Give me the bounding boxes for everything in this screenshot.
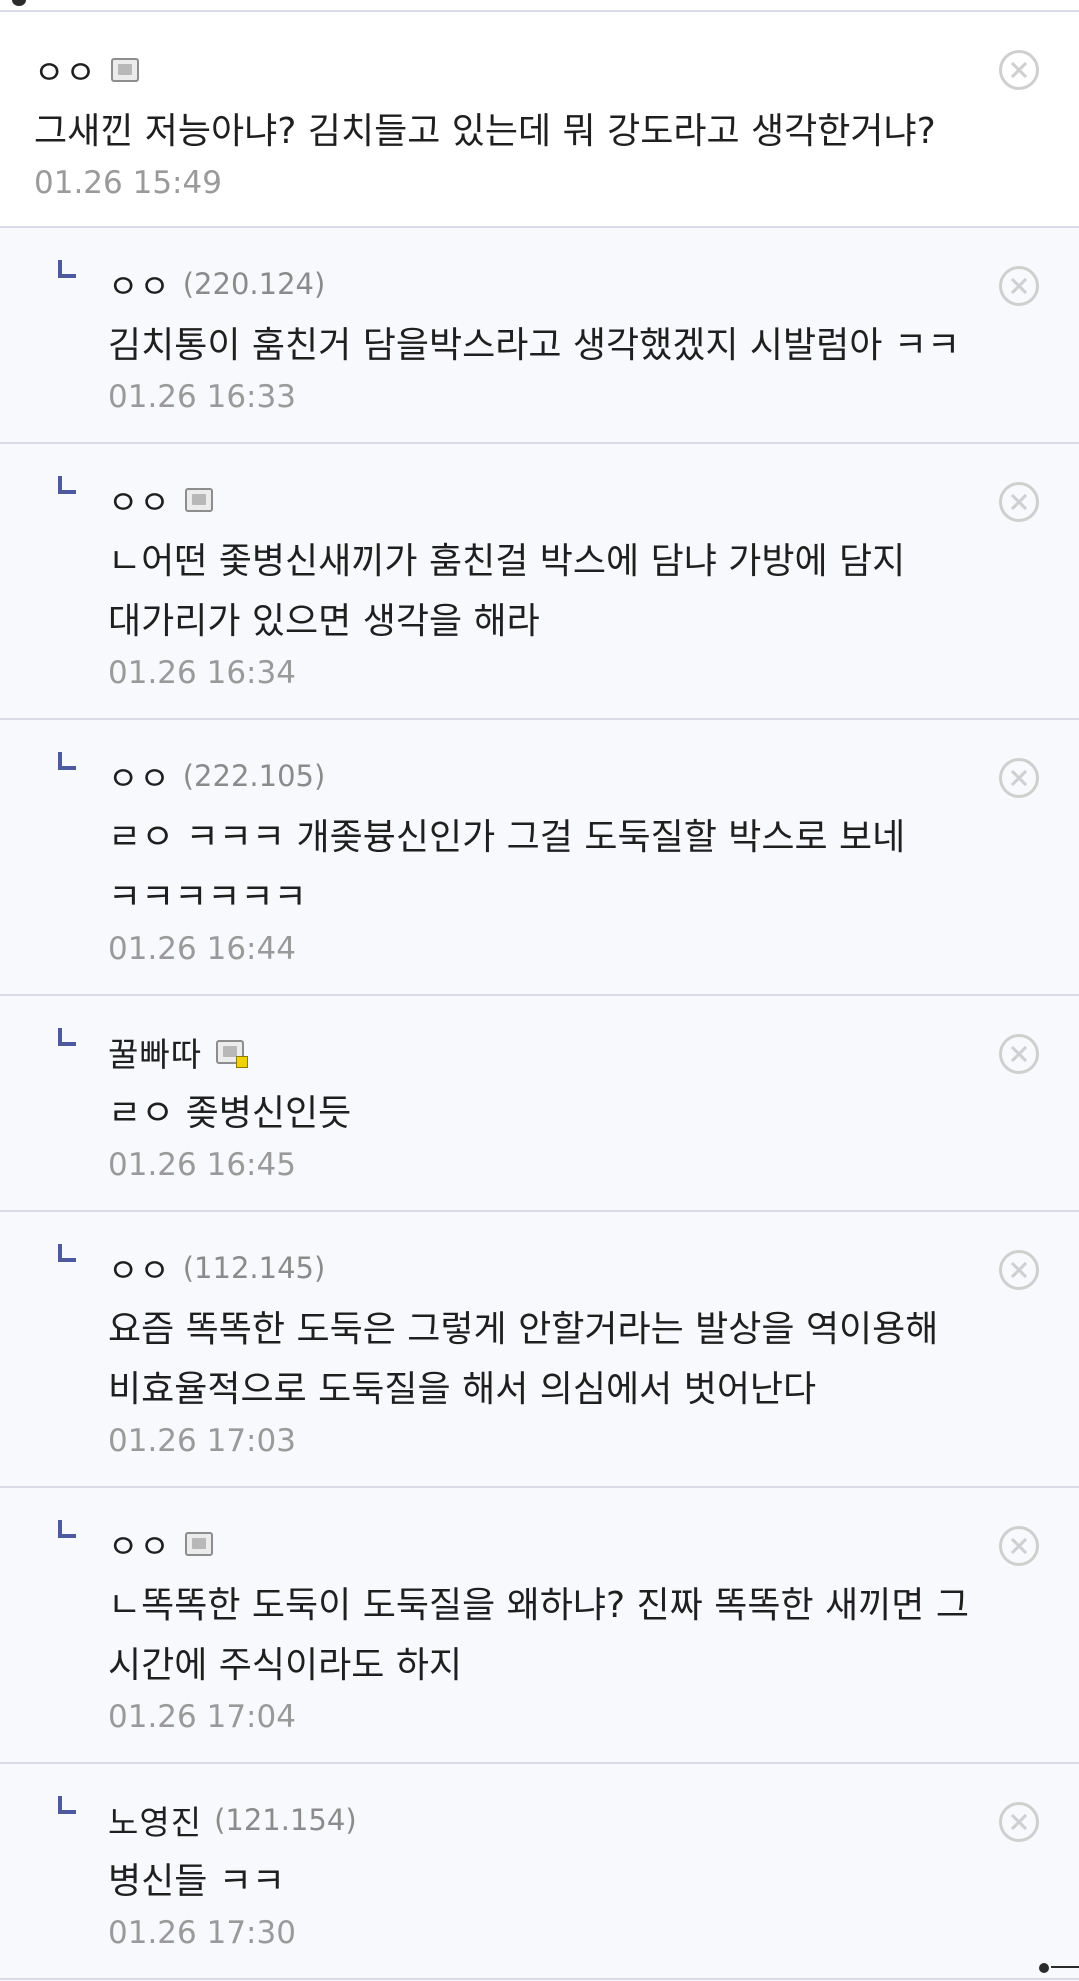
comment-date: 01.26 17:30: [108, 1915, 296, 1951]
comment-header: ㅇㅇ (222.105): [108, 720, 1079, 798]
comment-header: 꿀빠따: [108, 996, 1079, 1074]
comment-date: 01.26 17:03: [108, 1423, 296, 1459]
comment-ip: (121.154): [214, 1803, 357, 1837]
comment-text: ㄹㅇ ㅋㅋㅋ 개좆븅신인가 그걸 도둑질할 박스로 보네 ㅋㅋㅋㅋㅋㅋ: [108, 817, 906, 918]
comment-nickname: ㅇㅇ: [108, 759, 171, 798]
comment-date: 01.26 15:49: [34, 165, 222, 201]
scroll-indicator-dot: [1039, 1963, 1049, 1973]
reply-comment: 꿀빠따 ㄹㅇ 좆병신인듯 01.26 16:45: [0, 996, 1079, 1212]
delete-comment-icon[interactable]: [999, 266, 1039, 306]
reply-arrow-icon: [58, 1028, 76, 1046]
comment-nickname: 꿀빠따: [108, 1035, 203, 1074]
comment-date: 01.26 16:33: [108, 379, 296, 415]
delete-comment-icon[interactable]: [999, 758, 1039, 798]
reply-comment: ㅇㅇ (220.124) 김치통이 훔친거 담을박스라고 생각했겠지 시발럼아 …: [0, 228, 1079, 444]
comment-header: ㅇㅇ (220.124): [108, 228, 1079, 306]
comment-text: 병신들 ㅋㅋ: [108, 1861, 286, 1902]
reply-comment: ㅇㅇ (112.145) 요즘 똑똑한 도둑은 그렇게 안할거라는 발상을 역이…: [0, 1212, 1079, 1488]
comment-ip: (220.124): [182, 267, 326, 301]
fixed-nick-icon: [110, 58, 139, 82]
comment-header: ㅇㅇ: [34, 12, 1079, 92]
delete-comment-icon[interactable]: [999, 1034, 1039, 1074]
fixed-nick-icon: [184, 488, 213, 512]
comment-ip: (222.105): [182, 759, 326, 793]
reply-comment: 노영진 (121.154) 병신들 ㅋㅋ 01.26 17:30: [0, 1764, 1079, 1980]
reply-arrow-icon: [58, 1244, 76, 1262]
reply-arrow-icon: [58, 1796, 76, 1814]
comment-nickname: ㅇㅇ: [108, 483, 171, 522]
reply-comment: ㅇㅇ ㄴ어떤 좇병신새끼가 훔친걸 박스에 담냐 가방에 담지 대가리가 있으면…: [0, 444, 1079, 720]
comment-nickname: ㅇㅇ: [108, 1527, 171, 1566]
delete-comment-icon[interactable]: [999, 482, 1039, 522]
comment-ip: (112.145): [182, 1251, 326, 1285]
delete-comment-icon[interactable]: [999, 1250, 1039, 1290]
comment-text: ㄴ똑똑한 도둑이 도둑질을 왜하냐? 진짜 똑똑한 새끼면 그 시간에 주식이라…: [108, 1585, 969, 1686]
comment-date: 01.26 16:44: [108, 931, 296, 967]
comment-header: ㅇㅇ: [108, 1488, 1079, 1566]
top-divider: [0, 0, 1079, 12]
reply-arrow-icon: [58, 752, 76, 770]
comment-root: ㅇㅇ 그새낀 저능아냐? 김치들고 있는데 뭐 강도라고 생각한거냐? 01.2…: [0, 12, 1079, 228]
comment-text: 그새낀 저능아냐? 김치들고 있는데 뭐 강도라고 생각한거냐?: [34, 111, 936, 152]
reply-arrow-icon: [58, 1520, 76, 1538]
comment-date: 01.26 16:34: [108, 655, 296, 691]
delete-comment-icon[interactable]: [999, 1802, 1039, 1842]
comment-nickname: 노영진: [108, 1803, 203, 1842]
comment-header: ㅇㅇ (112.145): [108, 1212, 1079, 1290]
comment-text: 요즘 똑똑한 도둑은 그렇게 안할거라는 발상을 역이용해 비효율적으로 도둑질…: [108, 1309, 939, 1410]
comment-header: ㅇㅇ: [108, 444, 1079, 522]
comment-text: ㄴ어떤 좇병신새끼가 훔친걸 박스에 담냐 가방에 담지 대가리가 있으면 생각…: [108, 541, 906, 642]
comment-header: 노영진 (121.154): [108, 1764, 1079, 1842]
delete-comment-icon[interactable]: [999, 1526, 1039, 1566]
comment-text: ㄹㅇ 좆병신인듯: [108, 1093, 352, 1134]
scroll-indicator-line: [1051, 1966, 1079, 1968]
reply-comment: ㅇㅇ ㄴ똑똑한 도둑이 도둑질을 왜하냐? 진짜 똑똑한 새끼면 그 시간에 주…: [0, 1488, 1079, 1764]
comment-date: 01.26 17:04: [108, 1699, 296, 1735]
comment-nickname: ㅇㅇ: [34, 53, 97, 92]
reply-comment: ㅇㅇ (222.105) ㄹㅇ ㅋㅋㅋ 개좆븅신인가 그걸 도둑질할 박스로 보…: [0, 720, 1079, 996]
reply-arrow-icon: [58, 476, 76, 494]
delete-comment-icon[interactable]: [999, 50, 1039, 90]
fixed-nick-icon: [184, 1532, 213, 1556]
comment-date: 01.26 16:45: [108, 1147, 296, 1183]
reply-arrow-icon: [58, 260, 76, 278]
comment-nickname: ㅇㅇ: [108, 1251, 171, 1290]
semi-fixed-nick-icon: [216, 1040, 249, 1068]
comment-text: 김치통이 훔친거 담을박스라고 생각했겠지 시발럼아 ㅋㅋ: [108, 325, 961, 366]
comment-nickname: ㅇㅇ: [108, 267, 171, 306]
